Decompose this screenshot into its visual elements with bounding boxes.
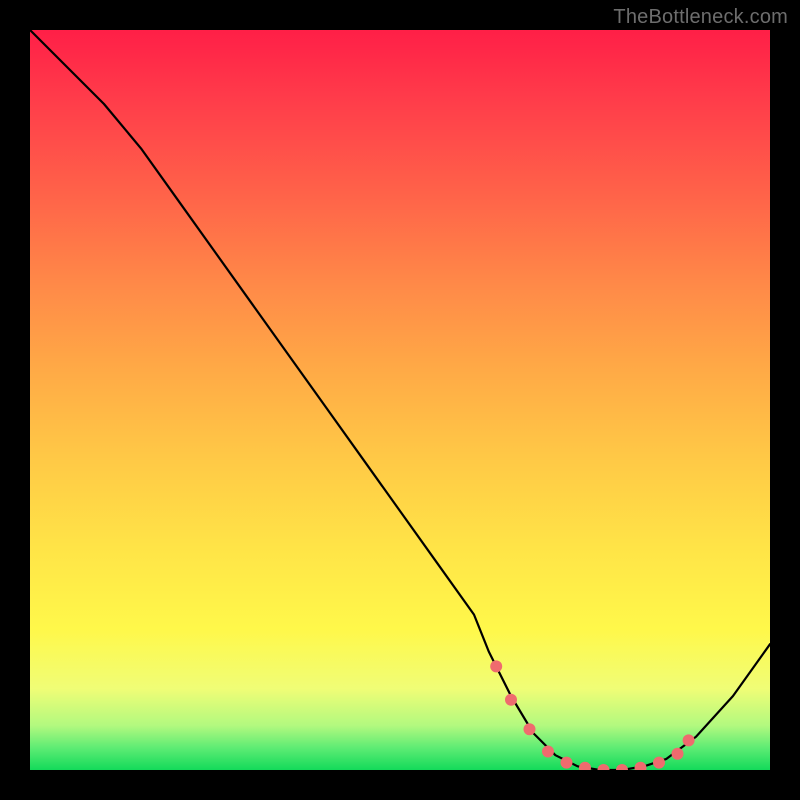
highlight-dot xyxy=(505,694,517,706)
highlight-dot xyxy=(683,734,695,746)
highlight-dot xyxy=(616,764,628,770)
highlight-dot xyxy=(524,723,536,735)
gradient-plot-area xyxy=(30,30,770,770)
highlight-dot xyxy=(579,762,591,770)
highlight-dot xyxy=(598,764,610,770)
highlight-dot xyxy=(490,660,502,672)
highlight-dot xyxy=(542,746,554,758)
highlight-dot xyxy=(561,757,573,769)
watermark-text: TheBottleneck.com xyxy=(613,6,788,29)
highlight-dot xyxy=(672,748,684,760)
highlight-dot xyxy=(635,762,647,770)
chart-frame: TheBottleneck.com xyxy=(0,0,800,800)
highlight-dot xyxy=(653,757,665,769)
bottleneck-curve xyxy=(30,30,770,770)
